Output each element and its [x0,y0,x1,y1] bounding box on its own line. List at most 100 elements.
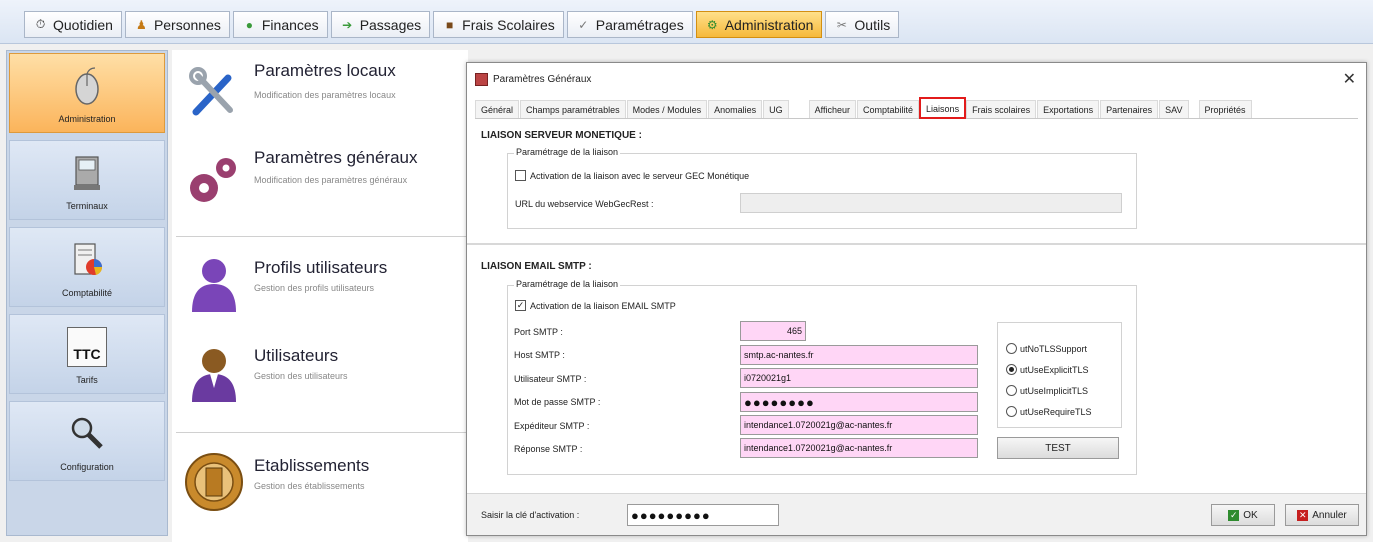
menu-finances[interactable]: ● Finances [232,11,328,38]
menu-label: Personnes [153,16,221,33]
sidebar-item-administration[interactable]: Administration [9,53,165,133]
menu-administration[interactable]: ⚙ Administration [695,11,823,38]
port-smtp-field[interactable]: 465 [740,321,806,341]
sidebar-item-terminaux[interactable]: Terminaux [9,140,165,220]
sender-smtp-field[interactable]: intendance1.0720021g@ac-nantes.fr [740,415,978,435]
host-smtp-field[interactable]: smtp.ac-nantes.fr [740,345,978,365]
smtp-activation-row[interactable]: ✓ Activation de la liaison EMAIL SMTP [515,300,676,311]
entry-subtitle: Modification des paramètres locaux [254,90,396,100]
arrow-icon: ➔ [342,17,353,32]
menu-frais-scolaires[interactable]: ■ Frais Scolaires [433,11,564,38]
monetique-activation-row[interactable]: Activation de la liaison avec le serveur… [515,170,749,181]
price-tag-icon: TTC [67,327,107,367]
tls-option-label: utNoTLSSupport [1020,343,1088,354]
groupbox-monetique [507,153,1137,229]
sidebar-item-comptabilite[interactable]: Comptabilité [9,227,165,307]
tab-liaisons[interactable]: Liaisons [919,97,967,119]
monetique-activation-checkbox[interactable] [515,170,526,181]
tab-champs-parametrables[interactable]: Champs paramétrables [520,100,626,118]
tab-proprietes[interactable]: Propriétés [1198,100,1252,118]
tab-sav[interactable]: SAV [1159,100,1189,118]
close-icon[interactable]: ✕ [1343,69,1356,89]
tls-radio[interactable] [1006,385,1017,396]
smtp-activation-checkbox[interactable]: ✓ [515,300,526,311]
tab-modes-modules[interactable]: Modes / Modules [626,100,708,118]
tab-exportations[interactable]: Exportations [1037,100,1100,118]
tls-option-label: utUseImplicitTLS [1020,385,1089,396]
divider [176,236,468,237]
sidebar-label: Administration [58,114,116,124]
building-icon [185,453,243,511]
tls-radio[interactable] [1006,364,1017,375]
menu-label: Paramétrages [595,16,684,33]
sender-label: Expéditeur SMTP : [514,421,590,431]
tab-partenaires[interactable]: Partenaires [1100,100,1159,118]
tab-anomalies[interactable]: Anomalies [708,100,763,118]
tab-bar: Général Champs paramétrables Modes / Mod… [475,97,1358,119]
menu-passages[interactable]: ➔ Passages [330,11,431,38]
terminal-icon [74,156,100,190]
user-label: Utilisateur SMTP : [514,374,587,384]
sidebar-label: Configuration [60,462,114,472]
cancel-button[interactable]: ✕ Annuler [1285,504,1359,526]
cancel-icon: ✕ [1297,509,1309,521]
tls-option-row[interactable]: utUseExplicitTLS [1006,364,1089,375]
menu-label: Passages [359,16,422,33]
tools-icon: ✂ [836,17,847,32]
icon-text: TTC [73,346,101,362]
cancel-label: Annuler [1312,509,1347,521]
tab-afficheur[interactable]: Afficheur [808,100,857,118]
checkbox-label: Activation de la liaison avec le serveur… [530,170,750,181]
menu-outils[interactable]: ✂ Outils [825,11,900,38]
test-button[interactable]: TEST [997,437,1119,459]
host-label: Host SMTP : [514,350,565,360]
password-smtp-field[interactable]: ●●●●●●●● [740,392,978,412]
tls-option-row[interactable]: utUseRequireTLS [1006,406,1092,417]
tls-radio[interactable] [1006,406,1017,417]
activation-key-field[interactable]: ●●●●●●●●● [627,504,779,526]
tab-frais-scolaires[interactable]: Frais scolaires [966,100,1037,118]
group-title: Paramétrage de la liaison [514,279,621,289]
tools-icon [189,67,233,116]
mouse-icon [75,67,99,105]
app-icon [475,73,488,86]
wrench-magnifier-icon [71,417,103,449]
section-title-monetique: LIAISON SERVEUR MONETIQUE : [481,130,642,141]
user-icon [192,349,236,402]
entry-title: Paramètres généraux [254,148,418,167]
top-menu-bar: ⏱ Quotidien ♟ Personnes ● Finances ➔ Pas… [0,0,1373,44]
tab-comptabilite[interactable]: Comptabilité [857,100,920,118]
reply-smtp-field[interactable]: intendance1.0720021g@ac-nantes.fr [740,438,978,458]
activation-key-label: Saisir la clé d'activation : [481,510,580,520]
url-webservice-field[interactable] [740,193,1122,213]
tls-radio[interactable] [1006,343,1017,354]
entry-subtitle: Gestion des utilisateurs [254,371,348,381]
menu-quotidien[interactable]: ⏱ Quotidien [24,11,122,38]
user-smtp-field[interactable]: i0720021g1 [740,368,978,388]
sidebar-item-tarifs[interactable]: TTC Tarifs [9,314,165,394]
coins-icon: ● [245,17,253,32]
chest-icon: ■ [446,17,454,32]
entry-subtitle: Modification des paramètres généraux [254,175,408,185]
sidebar-item-configuration[interactable]: Configuration [9,401,165,481]
group-title: Paramétrage de la liaison [514,147,621,157]
ok-label: OK [1243,509,1258,521]
sidebar-label: Terminaux [66,201,108,211]
main-menu: ⏱ Quotidien ♟ Personnes ● Finances ➔ Pas… [24,11,900,38]
url-label: URL du webservice WebGecRest : [515,199,654,209]
user-profile-icon [192,259,236,312]
entry-subtitle: Gestion des établissements [254,481,365,491]
tab-general[interactable]: Général [475,100,520,118]
ledger-chart-icon [74,243,103,275]
tab-ug[interactable]: UG [763,100,789,118]
ok-button[interactable]: ✓ OK [1211,504,1275,526]
tls-option-row[interactable]: utUseImplicitTLS [1006,385,1088,396]
menu-personnes[interactable]: ♟ Personnes [124,11,230,38]
menu-parametrages[interactable]: ✓ Paramétrages [566,11,693,38]
tls-option-row[interactable]: utNoTLSSupport [1006,343,1087,354]
entry-title: Paramètres locaux [254,61,396,80]
menu-label: Frais Scolaires [462,16,555,33]
section-title-smtp: LIAISON EMAIL SMTP : [481,261,592,272]
tls-option-label: utUseRequireTLS [1020,406,1092,417]
menu-label: Finances [261,16,319,33]
